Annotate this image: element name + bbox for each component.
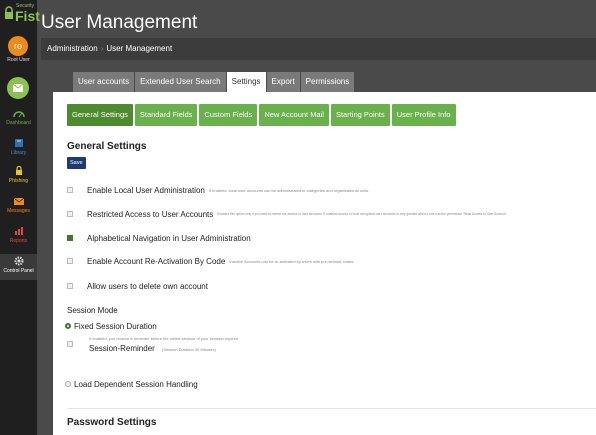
avatar[interactable]: ro xyxy=(8,36,28,56)
radio-selected[interactable] xyxy=(65,323,71,329)
breadcrumb-separator: › xyxy=(100,44,104,53)
divider xyxy=(67,408,596,409)
setting-description: Inactive Accounts can be re-activated by… xyxy=(229,258,355,264)
radio-label: Fixed Session Duration xyxy=(74,321,157,331)
checkbox[interactable] xyxy=(67,187,73,193)
nav-messages[interactable]: Messages xyxy=(0,196,37,214)
setting-label: Allow users to delete own account xyxy=(87,281,208,291)
checkbox[interactable] xyxy=(67,258,73,264)
radio-row: Fixed Session Duration xyxy=(65,320,161,332)
save-button[interactable]: Save xyxy=(67,157,86,169)
tab-settings[interactable]: Settings xyxy=(226,72,266,92)
setting-label: Enable Account Re-Activation By Code xyxy=(87,256,226,266)
setting-description: If enabled, you receive a reminder befor… xyxy=(89,336,240,341)
nav-label: Messages xyxy=(7,208,30,214)
session-mode-label: Session Mode xyxy=(67,306,118,315)
envelope-icon xyxy=(12,83,24,92)
checkbox[interactable] xyxy=(67,341,73,347)
setting-row: Allow users to delete own account xyxy=(67,280,212,292)
nav-reports[interactable]: Reports xyxy=(0,226,37,244)
subtab-starting-points[interactable]: Starting Points xyxy=(330,104,390,126)
nav-control-panel[interactable]: Control Panel xyxy=(0,254,37,280)
setting-note: (Session Duration 30 Minutes) xyxy=(162,347,216,352)
setting-label: Restricted Access to User Accounts xyxy=(87,209,214,219)
nav-label: Dashboard xyxy=(6,120,31,126)
breadcrumb: Administration › User Management xyxy=(41,38,596,60)
page-title: User Management xyxy=(41,12,198,33)
nav-phishing[interactable]: Phishing xyxy=(0,166,37,184)
setting-row: Enable Account Re-Activation By Code Ina… xyxy=(67,255,354,267)
subtab-custom-fields[interactable]: Custom Fields xyxy=(199,104,258,126)
phishing-icon xyxy=(15,166,22,175)
dashboard-icon xyxy=(12,111,25,118)
nav-label: Reports xyxy=(9,238,28,244)
nav-library[interactable]: Library xyxy=(0,138,37,156)
lock-icon xyxy=(5,6,13,19)
radio-row: Load Dependent Session Handling xyxy=(65,378,202,390)
nav-label: Control Panel xyxy=(3,268,34,274)
checkbox[interactable] xyxy=(67,283,73,289)
nav-dashboard[interactable]: Dashboard xyxy=(0,108,37,126)
user-name: Root User xyxy=(7,57,30,63)
tab-export[interactable]: Export xyxy=(266,72,300,92)
setting-label: Session-Reminder xyxy=(89,344,155,353)
settings-panel: General Settings Standard Fields Custom … xyxy=(53,92,596,435)
setting-description: If enabled, local user accounts can be a… xyxy=(208,187,370,193)
library-icon xyxy=(14,139,23,147)
radio-label: Load Dependent Session Handling xyxy=(74,379,198,389)
tab-permissions[interactable]: Permissions xyxy=(300,72,355,92)
checkbox-checked[interactable] xyxy=(67,235,73,241)
setting-description: Enabled this option only if you want to … xyxy=(217,212,508,216)
envelope-icon xyxy=(13,197,24,205)
subtab-general-settings[interactable]: General Settings xyxy=(67,104,133,126)
tab-bar: User accounts Extended User Search Setti… xyxy=(73,72,355,92)
subtab-user-profile-info[interactable]: User Profile Info xyxy=(391,104,456,126)
setting-row: Alphabetical Navigation in User Administ… xyxy=(67,232,255,244)
subtab-bar: General Settings Standard Fields Custom … xyxy=(67,104,458,126)
breadcrumb-item: User Management xyxy=(106,44,173,53)
setting-label: Enable Local User Administration xyxy=(87,185,205,195)
nav-label: Library xyxy=(10,150,27,156)
setting-row: Restricted Access to User Accounts Enabl… xyxy=(67,208,507,220)
setting-label: Alphabetical Navigation in User Administ… xyxy=(87,233,251,243)
tab-extended-user-search[interactable]: Extended User Search xyxy=(135,72,226,92)
section-title-password: Password Settings xyxy=(67,417,157,428)
subtab-standard-fields[interactable]: Standard Fields xyxy=(134,104,198,126)
brand-name: Fist xyxy=(15,8,40,24)
sidebar: Security Fist ro Root User Dashboard Lib… xyxy=(0,0,40,435)
nav-label: Phishing xyxy=(8,178,29,184)
chart-icon xyxy=(14,227,23,235)
tab-user-accounts[interactable]: User accounts xyxy=(73,72,135,92)
setting-row: Enable Local User Administration If enab… xyxy=(67,184,369,196)
checkbox[interactable] xyxy=(67,211,73,217)
logo: Security Fist xyxy=(2,2,40,28)
home-button[interactable] xyxy=(7,77,29,99)
subtab-new-account-mail[interactable]: New Account Mail xyxy=(259,104,329,126)
radio[interactable] xyxy=(65,381,71,387)
section-title: General Settings xyxy=(67,141,147,152)
breadcrumb-item[interactable]: Administration xyxy=(47,44,98,53)
gear-icon xyxy=(14,256,23,266)
